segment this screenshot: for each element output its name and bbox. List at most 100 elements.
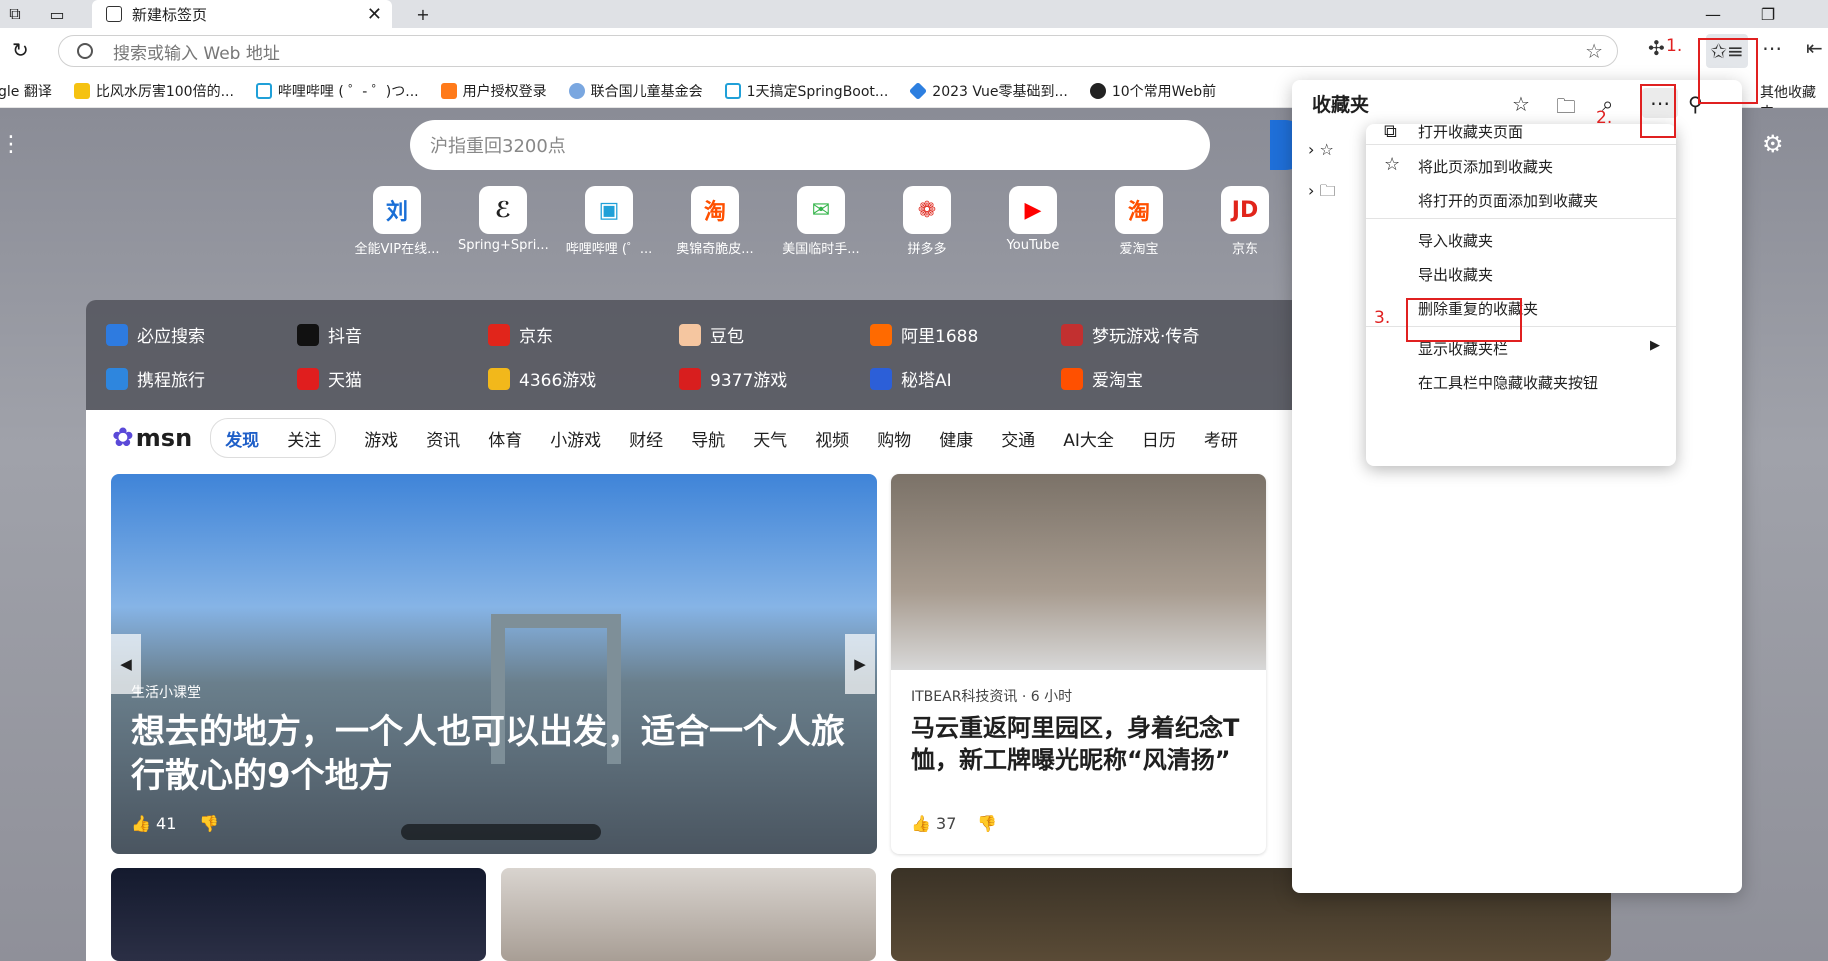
menu-add-page[interactable]: 将此页添加到收藏夹 [1418, 156, 1553, 177]
quick-link-icon: ▶ [1009, 186, 1057, 234]
hot-link[interactable]: 天猫 [297, 366, 362, 391]
favorites-bar-item[interactable]: 用户授权登录 [440, 81, 547, 101]
new-tab-button[interactable]: + [400, 0, 446, 28]
new-tab-icon [106, 6, 122, 22]
flyout-title: 收藏夹 [1312, 94, 1370, 116]
sidebar-icon[interactable]: ⇤ [1806, 36, 1823, 60]
quick-link[interactable]: ❁ 拼多多 [882, 186, 972, 257]
hero-dislike-icon[interactable]: 👎 [199, 814, 219, 833]
quick-link[interactable]: ▶ YouTube [988, 186, 1078, 253]
fav-label: 哔哩哔哩 ( ゜- ゜)つ... [277, 83, 419, 100]
workspaces-icon[interactable]: ⧉ [0, 0, 30, 28]
settings-gear-icon[interactable]: ⚙ [1762, 130, 1784, 158]
hot-link-icon [679, 323, 701, 346]
hot-link[interactable]: 携程旅行 [106, 366, 205, 391]
category-item[interactable]: 健康 [939, 426, 973, 451]
carousel-dots[interactable] [401, 824, 601, 840]
tab-close-icon[interactable]: ✕ [367, 4, 382, 25]
hot-link[interactable]: 必应搜索 [106, 322, 205, 347]
hot-link[interactable]: 秘塔AI [870, 366, 952, 391]
hot-link-label: 爱淘宝 [1092, 371, 1143, 391]
add-star-icon: ☆ [1384, 154, 1401, 175]
hot-link[interactable]: 9377游戏 [679, 366, 787, 391]
category-item[interactable]: 游戏 [364, 426, 398, 451]
add-folder-icon[interactable]: 🗀 [1556, 92, 1576, 126]
category-item[interactable]: 财经 [629, 426, 663, 451]
tab-new-tab[interactable]: 新建标签页 ✕ [92, 0, 392, 28]
add-favorite-icon[interactable]: ☆ [1512, 92, 1530, 116]
quick-link[interactable]: JD 京东 [1200, 186, 1290, 257]
hot-link[interactable]: 梦玩游戏·传奇 [1061, 322, 1199, 347]
news-like[interactable]: 👍 37 [911, 814, 956, 833]
hot-link[interactable]: 抖音 [297, 322, 362, 347]
hot-link[interactable]: 4366游戏 [488, 366, 596, 391]
menu-hide-favorites-button[interactable]: 在工具栏中隐藏收藏夹按钮 [1418, 372, 1598, 393]
menu-add-open-pages[interactable]: 将打开的页面添加到收藏夹 [1418, 190, 1598, 211]
menu-icon[interactable]: ⋮ [0, 132, 22, 157]
msn-butterfly-icon: ✿ [112, 423, 134, 453]
hero-like[interactable]: 👍 41 [131, 814, 176, 833]
category-item[interactable]: 日历 [1142, 426, 1176, 451]
category-item[interactable]: AI大全 [1063, 426, 1114, 451]
annotation-box-export [1406, 298, 1522, 342]
hero-headline[interactable]: 想去的地方，一个人也可以出发，适合一个人旅行散心的9个地方 [131, 710, 851, 798]
favorites-bar-folder[interactable]: › ☆ [1308, 140, 1334, 159]
tab-discover[interactable]: 发现 [225, 426, 259, 451]
favorites-bar-item[interactable]: 哔哩哔哩 ( ゜- ゜)つ... [255, 81, 419, 101]
favorites-bar-item[interactable]: gle 翻译 [0, 81, 52, 101]
favorites-bar-item[interactable]: 比风水厉害100倍的... [73, 81, 234, 101]
favorites-bar-item[interactable]: 10个常用Web前 [1089, 81, 1216, 101]
menu-import-favorites[interactable]: 导入收藏夹 [1418, 230, 1493, 251]
quick-link[interactable]: 淘爱淘宝 [1094, 186, 1184, 257]
news-headline[interactable]: 马云重返阿里园区，身着纪念T恤，新工牌曝光昵称“风清扬” [911, 712, 1251, 776]
news-card-portrait[interactable] [501, 868, 876, 961]
category-item[interactable]: 考研 [1204, 426, 1238, 451]
restore-button[interactable]: ❐ [1745, 0, 1791, 28]
hot-link[interactable]: 京东 [488, 322, 553, 347]
web-search-input[interactable]: 沪指重回3200点 [410, 120, 1210, 170]
category-item[interactable]: 天气 [753, 426, 787, 451]
fav-label: 用户授权登录 [462, 83, 547, 100]
hero-source[interactable]: 生活小课堂 [131, 682, 201, 702]
hot-link[interactable]: 阿里1688 [870, 322, 978, 347]
search-icon [77, 43, 93, 59]
msn-logo[interactable]: ✿ msn [112, 423, 192, 453]
tab-actions-icon[interactable]: ▭ [42, 0, 72, 28]
category-item[interactable]: 体育 [488, 426, 522, 451]
quick-link[interactable]: ℰ Spring+Spri... [458, 186, 549, 253]
annotation-box-more [1640, 84, 1676, 138]
fav-icon [440, 82, 457, 99]
tab-follow[interactable]: 关注 [287, 426, 321, 451]
refresh-icon[interactable]: ↻ [12, 38, 29, 62]
other-favorites-folder-row[interactable]: › 🗀 [1308, 180, 1336, 207]
quick-link-icon: ▣ [585, 186, 633, 234]
quick-link[interactable]: 淘奥锦奇脆皮... [670, 186, 760, 257]
news-card-planets[interactable] [111, 868, 486, 961]
category-item[interactable]: 视频 [815, 426, 849, 451]
hot-link[interactable]: 豆包 [679, 322, 744, 347]
news-dislike-icon[interactable]: 👎 [977, 814, 997, 833]
category-item[interactable]: 导航 [691, 426, 725, 451]
minimize-button[interactable]: — [1690, 0, 1736, 28]
extensions-icon[interactable]: ✣ [1648, 36, 1665, 60]
favorites-bar-item[interactable]: 1天搞定SpringBoot... [724, 81, 888, 101]
more-icon[interactable]: ⋯ [1762, 36, 1782, 60]
category-item[interactable]: 小游戏 [550, 426, 601, 451]
quick-link[interactable]: 刘全能VIP在线... [352, 186, 442, 257]
news-card[interactable]: ITBEAR科技资讯 · 6 小时 马云重返阿里园区，身着纪念T恤，新工牌曝光昵… [891, 474, 1266, 854]
category-item[interactable]: 购物 [877, 426, 911, 451]
news-source[interactable]: ITBEAR科技资讯 · 6 小时 [911, 686, 1072, 706]
carousel-next-button[interactable]: ▶ [845, 634, 875, 694]
add-favorite-star-icon[interactable]: ☆ [1585, 39, 1603, 63]
hot-link[interactable]: 爱淘宝 [1061, 366, 1143, 391]
menu-open-favorites-page[interactable]: 打开收藏夹页面 [1418, 121, 1523, 142]
category-item[interactable]: 交通 [1001, 426, 1035, 451]
quick-link[interactable]: ▣ 哔哩哔哩 (゜... [564, 186, 654, 257]
favorites-bar-item[interactable]: 联合国儿童基金会 [568, 81, 703, 101]
category-item[interactable]: 资讯 [426, 426, 460, 451]
hero-card[interactable]: ◀ ▶ 生活小课堂 想去的地方，一个人也可以出发，适合一个人旅行散心的9个地方 … [111, 474, 877, 854]
url-input[interactable]: 搜索或输入 Web 地址 ☆ [58, 35, 1618, 67]
menu-export-favorites[interactable]: 导出收藏夹 [1418, 264, 1493, 285]
quick-link[interactable]: ✉ 美国临时手... [776, 186, 866, 257]
favorites-bar-item[interactable]: 2023 Vue零基础到... [909, 81, 1068, 101]
